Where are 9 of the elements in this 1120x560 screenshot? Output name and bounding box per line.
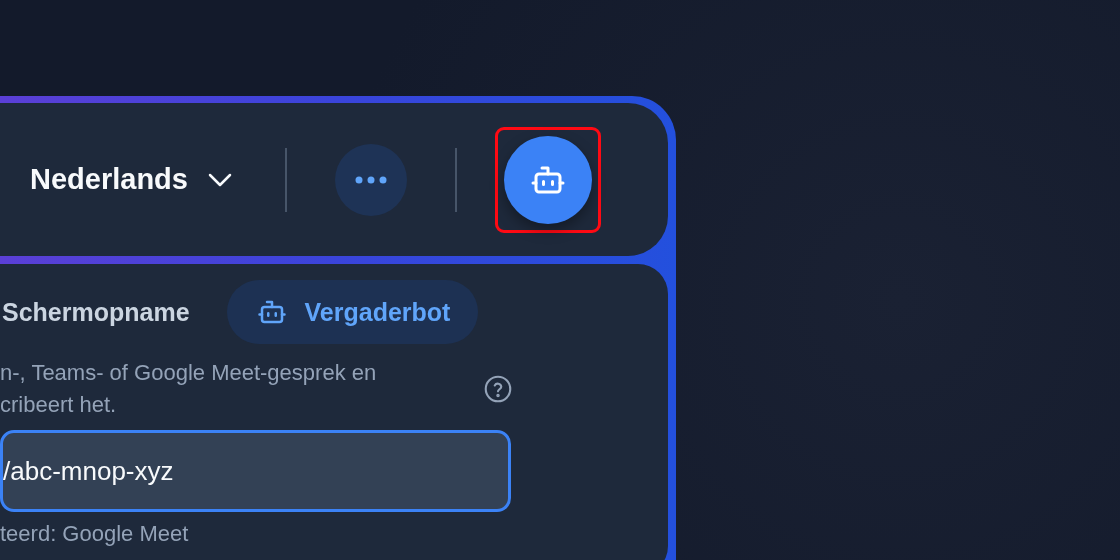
detected-platform-text: teerd: Google Meet xyxy=(0,521,190,547)
help-icon[interactable] xyxy=(484,375,512,403)
mode-tab[interactable]: Vergaderbot xyxy=(226,280,479,344)
language-selector[interactable]: Nederlands xyxy=(30,163,232,196)
meeting-link-field[interactable]: /abc-mnop-xyz xyxy=(0,430,511,512)
more-icon xyxy=(354,175,387,184)
description-text: n-, Teams- of Google Meet-gesprek en cribeert het. xyxy=(0,359,377,419)
mode-tab[interactable]: Schermopname xyxy=(0,280,218,344)
chevron-down-icon xyxy=(207,172,232,187)
